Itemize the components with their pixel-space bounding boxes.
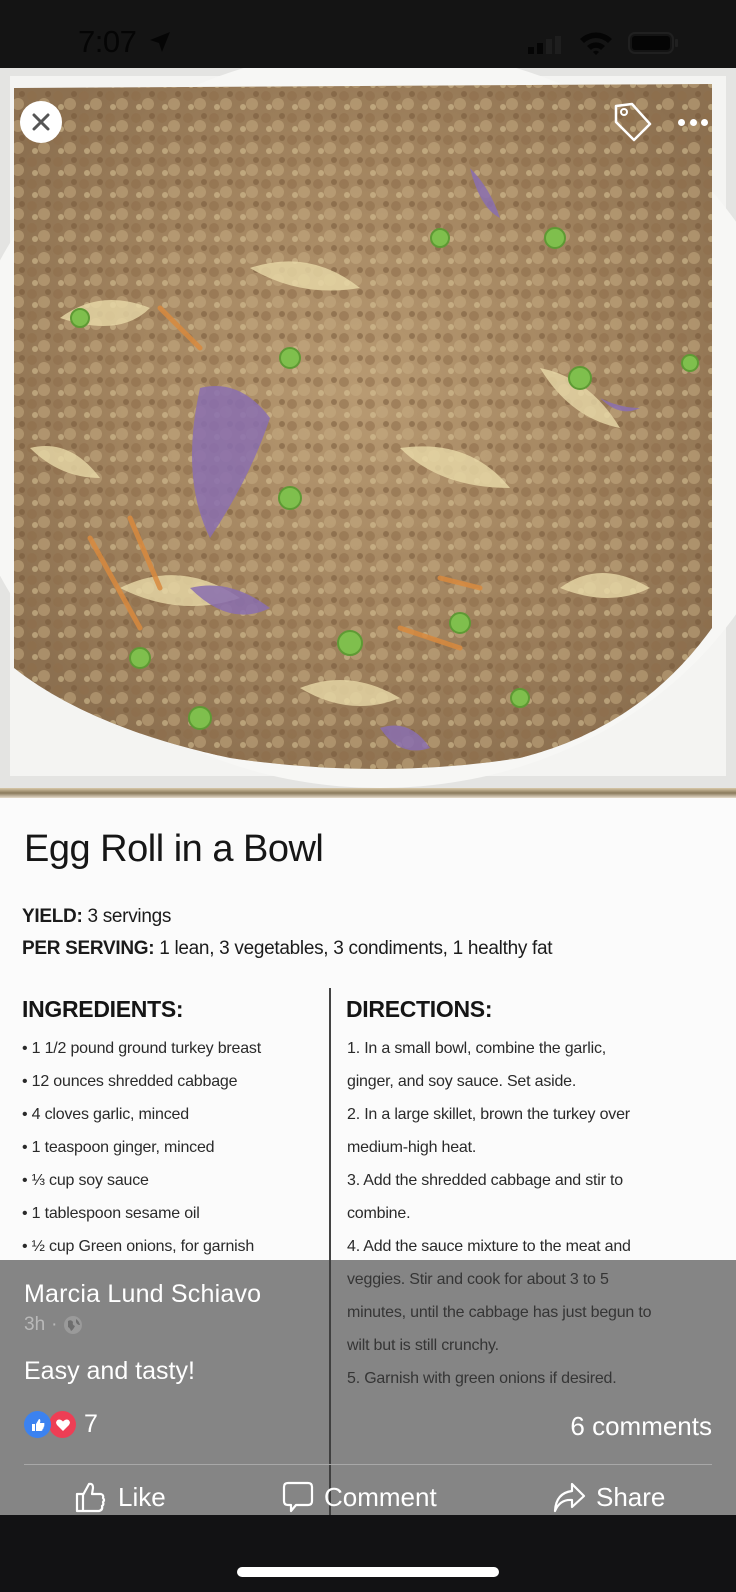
more-dot xyxy=(678,118,685,126)
more-dot xyxy=(701,118,708,126)
meta-separator: · xyxy=(51,1314,58,1335)
direction-line: ginger, and soy sauce. Set aside. xyxy=(347,1073,577,1090)
direction-line: 2. In a large skillet, brown the turkey … xyxy=(347,1106,630,1123)
home-indicator[interactable] xyxy=(237,1567,499,1577)
actions-divider xyxy=(24,1464,712,1465)
bottom-safe-area xyxy=(0,1515,736,1592)
ingredients-heading: INGREDIENTS: xyxy=(22,996,184,1022)
like-label: Like xyxy=(118,1481,166,1512)
directions-heading: DIRECTIONS: xyxy=(346,996,493,1022)
more-options-button[interactable] xyxy=(678,110,708,134)
food-photo xyxy=(0,68,736,796)
cellular-signal-icon xyxy=(528,36,561,54)
reaction-count: 7 xyxy=(84,1410,98,1438)
direction-line: combine. xyxy=(347,1205,411,1222)
direction-line: 3. Add the shredded cabbage and stir to xyxy=(347,1172,623,1189)
tag-icon[interactable] xyxy=(610,100,654,144)
per-serving-value: 1 lean, 3 vegetables, 3 condiments, 1 he… xyxy=(159,938,553,959)
comment-button[interactable]: Comment xyxy=(282,1480,437,1514)
reactions-summary[interactable]: 7 xyxy=(24,1410,98,1439)
recipe-per-serving: PER SERVING: 1 lean, 3 vegetables, 3 con… xyxy=(22,938,553,960)
like-button[interactable]: Like xyxy=(74,1480,166,1514)
share-label: Share xyxy=(596,1481,666,1512)
thumbs-up-icon xyxy=(75,1482,106,1513)
direction-line: 1. In a small bowl, combine the garlic, xyxy=(347,1040,606,1057)
like-reaction-icon xyxy=(24,1411,51,1438)
bowl-illustration xyxy=(0,68,736,796)
post-time[interactable]: 3h xyxy=(24,1314,45,1336)
comments-count[interactable]: 6 comments xyxy=(570,1411,712,1442)
love-reaction-icon xyxy=(49,1411,76,1438)
more-dot xyxy=(689,118,697,126)
globe-icon xyxy=(64,1316,83,1334)
ingredient-item: 1 teaspoon ginger, minced xyxy=(22,1137,261,1170)
location-arrow-icon xyxy=(150,32,170,52)
ingredient-item: 12 ounces shredded cabbage xyxy=(22,1071,261,1104)
author-name[interactable]: Marcia Lund Schiavo xyxy=(24,1280,261,1309)
comment-bubble-icon xyxy=(282,1481,314,1513)
recipe-yield: YIELD: 3 servings xyxy=(22,906,171,928)
post-actions: Like Comment Share xyxy=(0,1480,736,1516)
close-icon xyxy=(32,113,50,131)
yield-label: YIELD: xyxy=(22,906,83,927)
image-divider xyxy=(0,788,736,798)
direction-line: medium-high heat. xyxy=(347,1139,477,1156)
ingredients-list: 1 1/2 pound ground turkey breast 12 ounc… xyxy=(22,1038,262,1269)
post-meta: 3h · xyxy=(24,1314,83,1336)
per-serving-label: PER SERVING: xyxy=(22,938,155,959)
close-button[interactable] xyxy=(20,101,62,143)
status-bar: 7:07 xyxy=(0,0,736,68)
post-caption: Easy and tasty! xyxy=(24,1357,195,1385)
recipe-title: Egg Roll in a Bowl xyxy=(24,828,324,870)
ingredient-item: 1 1/2 pound ground turkey breast xyxy=(22,1038,262,1071)
share-arrow-icon xyxy=(553,1482,586,1513)
ingredient-item: 1 tablespoon sesame oil xyxy=(22,1203,261,1236)
ingredient-item: ⅓ cup soy sauce xyxy=(22,1170,261,1203)
share-button[interactable]: Share xyxy=(552,1480,665,1514)
battery-icon xyxy=(628,32,678,54)
ingredient-item: 4 cloves garlic, minced xyxy=(22,1104,261,1137)
status-time: 7:07 xyxy=(78,24,137,59)
wifi-icon xyxy=(580,32,612,55)
yield-value: 3 servings xyxy=(87,906,172,927)
comment-label: Comment xyxy=(324,1481,437,1512)
